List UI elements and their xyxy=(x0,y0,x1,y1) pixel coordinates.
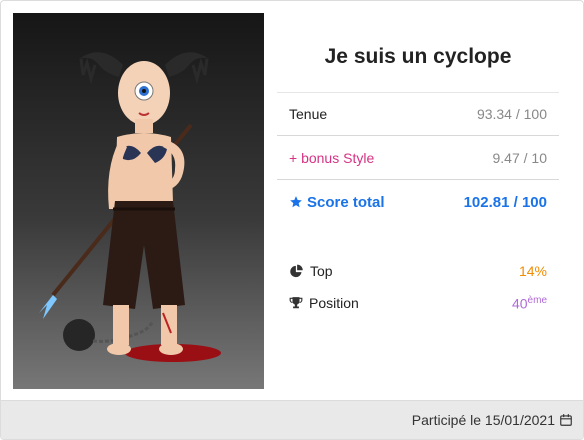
calendar-icon xyxy=(560,414,572,426)
top-stat: Top 14% xyxy=(277,259,559,283)
tenue-row: Tenue 93.34 / 100 xyxy=(277,92,559,136)
bonus-row: + bonus Style 9.47 / 10 xyxy=(277,136,559,180)
position-label-group: Position xyxy=(289,295,359,311)
avatar-image xyxy=(13,13,264,389)
total-row: Score total 102.81 / 100 xyxy=(277,180,559,224)
participation-date: Participé le 15/01/2021 xyxy=(411,412,555,428)
bonus-value: 9.47 / 10 xyxy=(492,149,548,166)
bonus-label: + bonus Style xyxy=(289,149,375,166)
position-value: 40 xyxy=(511,295,528,312)
tenue-label: Tenue xyxy=(289,106,328,122)
top-label: Top xyxy=(310,263,333,279)
avatar-illustration xyxy=(39,52,221,362)
total-value: 102.81 / 100 xyxy=(463,193,547,211)
footer-bar: Participé le 15/01/2021 xyxy=(1,400,583,439)
position-suffix: ème xyxy=(527,294,547,306)
star-icon xyxy=(290,196,302,208)
tenue-value: 93.34 / 100 xyxy=(476,106,547,122)
outfit-title: Je suis un cyclope xyxy=(324,45,512,68)
top-value: 14% xyxy=(518,263,547,279)
trophy-icon xyxy=(289,297,303,309)
position-value-group: 40ème xyxy=(512,295,547,312)
total-label-group: Score total xyxy=(289,194,385,211)
position-label: Position xyxy=(309,295,359,311)
total-label: Score total xyxy=(307,193,385,211)
position-stat: Position 40ème xyxy=(277,291,559,315)
pie-chart-icon xyxy=(290,264,303,277)
top-label-group: Top xyxy=(289,263,333,279)
result-card: Je suis un cyclope Tenue 93.34 / 100 + b… xyxy=(0,0,584,440)
